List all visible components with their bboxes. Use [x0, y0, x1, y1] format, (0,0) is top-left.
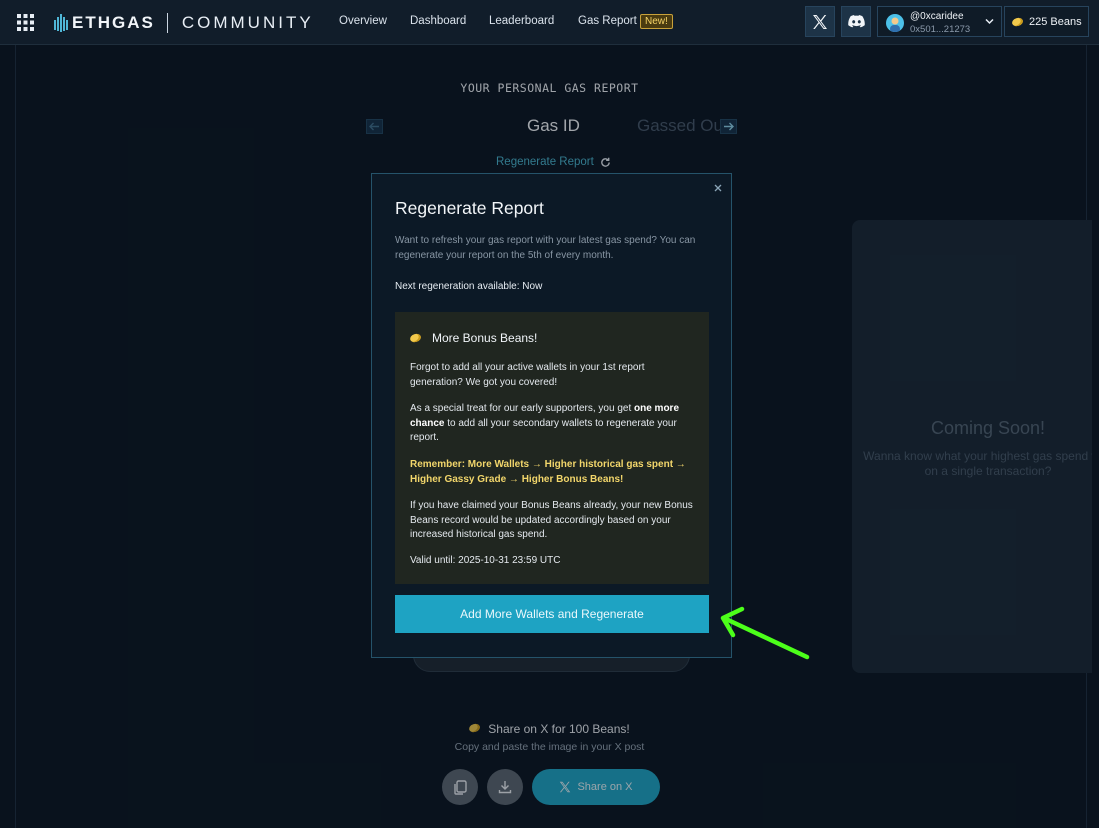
modal-description: Want to refresh your gas report with you…	[395, 235, 696, 261]
x-social-button[interactable]	[805, 6, 835, 37]
nav-link-dashboard[interactable]: Dashboard	[410, 15, 466, 27]
bonus-panel-heading: More Bonus Beans!	[409, 331, 538, 345]
ethgas-logo-icon	[54, 14, 68, 32]
nav-link-leaderboard[interactable]: Leaderboard	[489, 15, 554, 27]
discord-icon	[847, 15, 865, 28]
bean-icon	[409, 332, 422, 344]
bonus-p2-end: to add all your secondary wallets to reg…	[410, 417, 677, 444]
close-icon[interactable]	[712, 182, 724, 194]
discord-button[interactable]	[841, 6, 871, 37]
next-regeneration-status: Next regeneration available: Now	[395, 281, 543, 292]
top-navbar: ETHGAS COMMUNITY Overview Dashboard Lead…	[0, 0, 1099, 45]
wallet-menu[interactable]: @0xcaridee 0x501...21273	[877, 6, 1002, 37]
brand-name: ETHGAS	[72, 13, 155, 32]
bonus-paragraph-1: Forgot to add all your active wallets in…	[410, 362, 645, 388]
valid-until: Valid until: 2025-10-31 23:59 UTC	[410, 555, 561, 566]
avatar	[886, 14, 904, 32]
modal-title: Regenerate Report	[395, 198, 544, 218]
bonus-highlight: Remember: More Wallets → Higher historic…	[410, 459, 686, 485]
bonus-p2-start: As a special treat for our early support…	[410, 403, 634, 414]
bonus-paragraph-2: As a special treat for our early support…	[410, 402, 700, 446]
annotation-arrow-icon	[720, 606, 810, 660]
bean-icon	[1011, 15, 1024, 28]
bonus-paragraph-4: If you have claimed your Bonus Beans alr…	[410, 500, 693, 540]
wallet-address: 0x501...21273	[910, 24, 971, 35]
bonus-panel-title: More Bonus Beans!	[432, 331, 538, 345]
bonus-beans-panel: More Bonus Beans! Forgot to add all your…	[395, 312, 709, 584]
nav-link-gas-report[interactable]: Gas Report	[578, 15, 637, 27]
brand-divider	[166, 13, 168, 33]
brand-logo[interactable]: ETHGAS COMMUNITY	[54, 12, 314, 34]
new-badge: New!	[640, 14, 673, 29]
regenerate-report-modal: Regenerate Report Want to refresh your g…	[371, 173, 732, 658]
nav-link-overview[interactable]: Overview	[339, 15, 387, 27]
chevron-down-icon	[985, 18, 994, 25]
apps-grid-icon[interactable]	[17, 14, 34, 31]
wallet-username: @0xcaridee	[910, 11, 964, 22]
add-wallets-regenerate-button[interactable]: Add More Wallets and Regenerate	[395, 595, 709, 633]
x-logo-icon	[813, 14, 827, 29]
beans-count: 225 Beans	[1029, 15, 1082, 28]
beans-balance[interactable]: 225 Beans	[1004, 6, 1089, 37]
brand-subtitle: COMMUNITY	[181, 13, 314, 32]
